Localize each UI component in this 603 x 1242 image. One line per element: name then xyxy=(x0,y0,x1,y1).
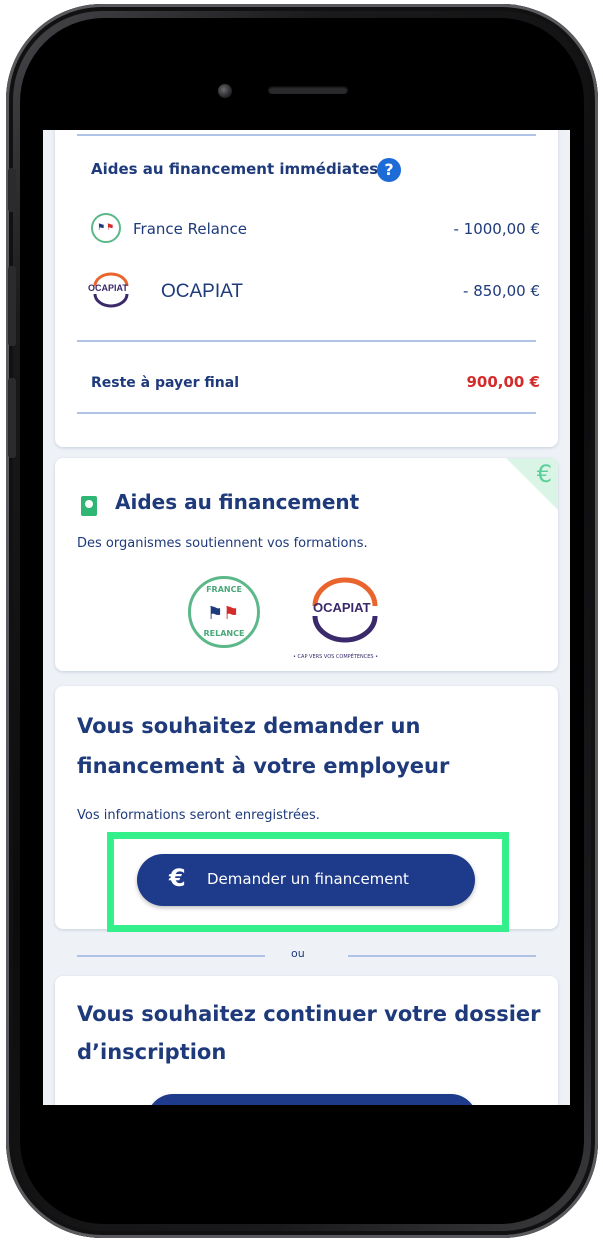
france-relance-bottom-text: RELANCE xyxy=(203,629,245,638)
ocapiat-small-logo-text: OCAPIAT xyxy=(88,283,128,293)
euro-icon: € xyxy=(536,460,552,488)
highlight-box xyxy=(107,832,509,932)
final-divider-bottom xyxy=(77,412,536,414)
continue-card-title-line1: Vous souhaitez continuer votre dossier xyxy=(77,1002,541,1026)
france-relance-small-logo: ⚑ ⚑ xyxy=(91,213,121,243)
divider-line-left xyxy=(77,955,265,957)
volume-up-button xyxy=(8,266,16,346)
ocapiat-logo-text: OCAPIAT xyxy=(313,600,371,615)
continue-card-title-line2: d’inscription xyxy=(77,1040,227,1064)
aid-card: € Aides au financement Des organismes so… xyxy=(55,458,558,671)
ocapiat-label: OCAPIAT xyxy=(161,281,243,302)
employer-card-title-line2: financement à votre employeur xyxy=(77,754,450,778)
france-relance-top-text: FRANCE xyxy=(206,585,242,594)
front-camera xyxy=(218,84,232,98)
section-title: Aides au financement immédiates xyxy=(91,160,379,178)
ocapiat-tagline: • CAP VERS VOS COMPÉTENCES • xyxy=(293,654,379,660)
divider-line-right xyxy=(348,955,536,957)
employer-card-note: Vos informations seront enregistrées. xyxy=(77,808,320,823)
aid-card-title: Aides au financement xyxy=(115,490,360,514)
continue-registration-card: Vous souhaitez continuer votre dossier d… xyxy=(55,976,558,1105)
top-divider xyxy=(77,134,536,136)
continue-registration-button[interactable] xyxy=(147,1094,477,1105)
france-relance-amount: - 1000,00 € xyxy=(453,220,540,238)
bookmark-icon xyxy=(81,496,97,516)
financing-summary-card: Aides au financement immédiates ? ⚑ ⚑ Fr… xyxy=(55,130,558,447)
flag-icon: ⚑ xyxy=(207,603,224,624)
app-screen: Aides au financement immédiates ? ⚑ ⚑ Fr… xyxy=(43,130,570,1105)
flag-icon: ⚑ xyxy=(223,603,240,624)
divider-label: ou xyxy=(291,947,305,960)
aid-card-subtitle: Des organismes soutiennent vos formation… xyxy=(77,536,368,551)
final-amount-label: Reste à payer final xyxy=(91,375,240,391)
france-relance-label: France Relance xyxy=(133,220,247,238)
help-icon[interactable]: ? xyxy=(377,158,401,182)
earpiece-speaker xyxy=(268,86,348,94)
france-relance-logo: FRANCE ⚑ ⚑ RELANCE xyxy=(188,576,260,648)
final-divider-top xyxy=(77,340,536,342)
volume-down-button xyxy=(8,378,16,458)
ocapiat-amount: - 850,00 € xyxy=(463,282,540,300)
side-button xyxy=(8,168,16,212)
final-amount-value: 900,00 € xyxy=(466,373,540,391)
employer-card-title-line1: Vous souhaitez demander un xyxy=(77,714,421,738)
